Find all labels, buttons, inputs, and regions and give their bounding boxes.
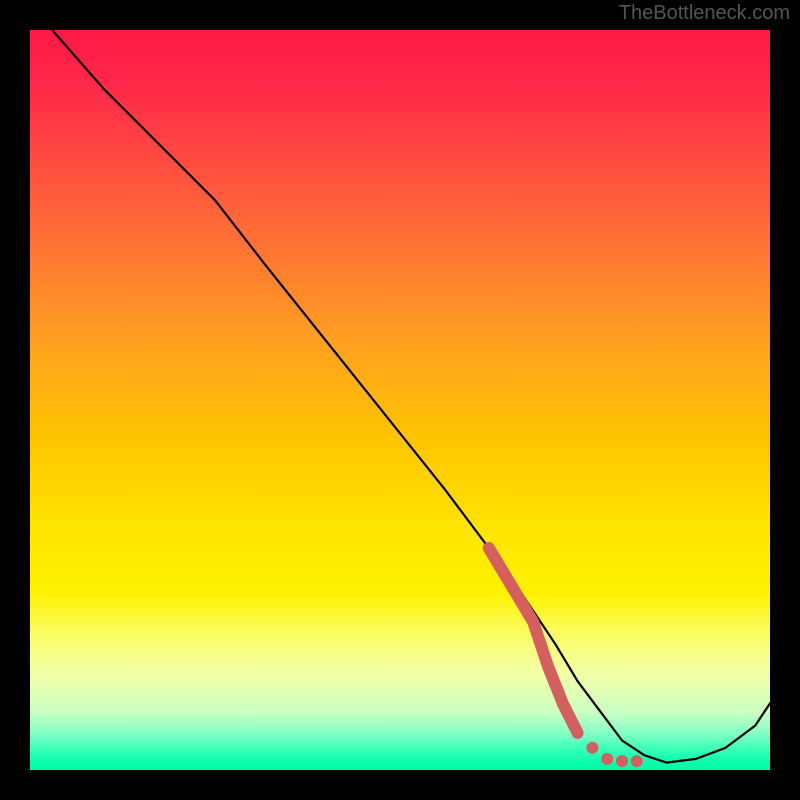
highlight-dot <box>601 753 613 765</box>
chart-plot-area <box>30 30 770 770</box>
chart-svg-overlay <box>30 30 770 770</box>
highlight-dot <box>631 755 643 767</box>
highlight-dot <box>586 742 598 754</box>
chart-highlight-dots <box>586 742 642 767</box>
chart-line-curve <box>52 30 770 763</box>
highlight-dot <box>616 755 628 767</box>
watermark-text: TheBottleneck.com <box>619 2 790 25</box>
chart-highlight-segment <box>489 548 578 733</box>
